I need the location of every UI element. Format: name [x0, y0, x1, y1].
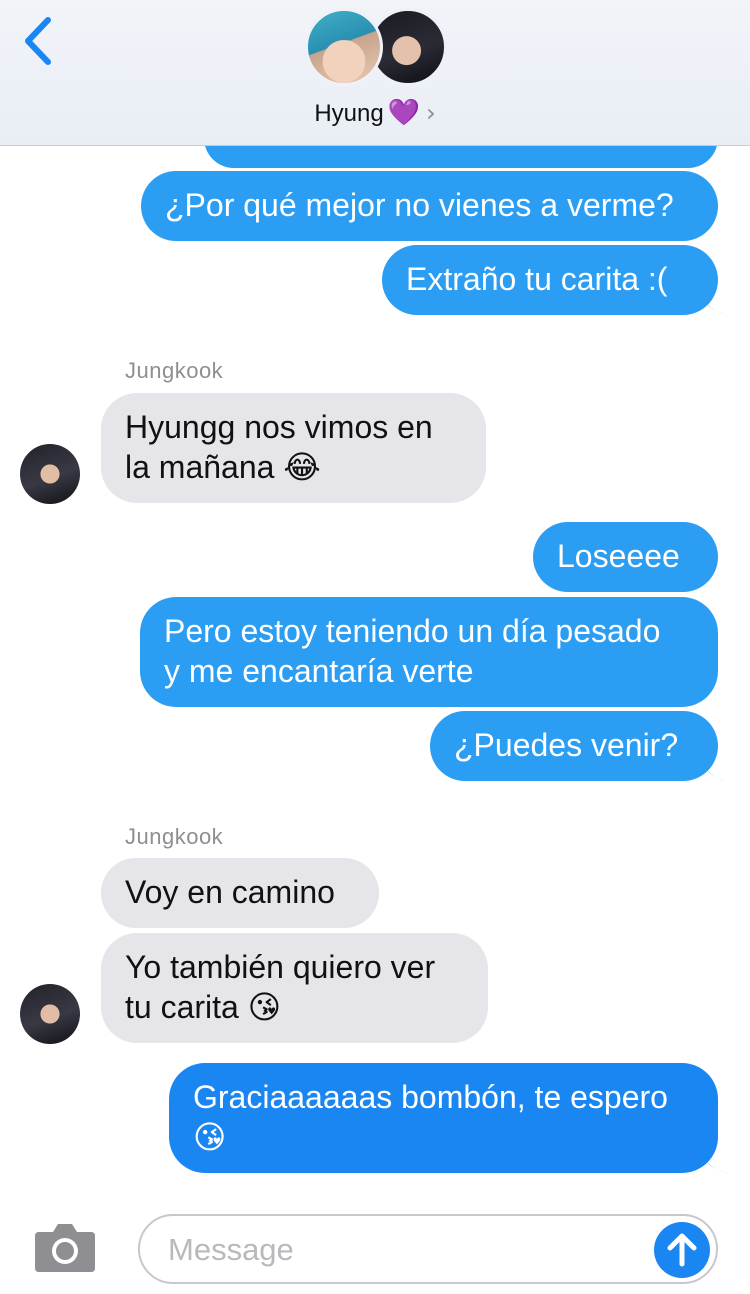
back-button[interactable]: [18, 16, 58, 66]
contact-name-button[interactable]: Hyung 💜 ›: [0, 97, 750, 128]
contact-name: Hyung: [314, 100, 384, 127]
chevron-right-icon: ›: [426, 99, 436, 127]
message-text-line: tu carita 😘: [125, 989, 282, 1025]
message-text-line: Pero estoy teniendo un día pesado: [164, 613, 661, 649]
bubble-tail: [88, 1018, 116, 1043]
message-bubble-outgoing: Graciaaaaaas bombón, te espero 😘: [169, 1063, 718, 1173]
message-bubble-outgoing: Loseeee: [533, 522, 718, 592]
camera-button[interactable]: [33, 1222, 97, 1274]
message-text-line: 😘: [193, 1119, 227, 1155]
message-text-line: Yo también quiero ver: [125, 949, 436, 985]
message-text: Extraño tu carita :(: [406, 261, 668, 297]
sender-name: Jungkook: [125, 824, 224, 849]
message-bubble-outgoing: ¿Puedes venir?: [430, 711, 718, 781]
arrow-up-icon: [667, 1233, 697, 1267]
bubble-tail: [700, 1148, 728, 1173]
message-input[interactable]: Message: [138, 1214, 718, 1284]
bubble-tail: [88, 478, 116, 503]
sender-avatar[interactable]: [20, 984, 80, 1044]
message-text: ¿Puedes venir?: [454, 727, 679, 763]
message-text-line: Graciaaaaaas bombón, te espero: [193, 1079, 668, 1115]
message-text: Voy en camino: [125, 874, 335, 910]
avatar: [305, 8, 383, 86]
sender-name: Jungkook: [125, 358, 224, 383]
message-bubble-incoming: Voy en camino: [101, 858, 379, 928]
message-text: Loseeee: [557, 538, 680, 574]
message-text-line: la mañana 😂: [125, 449, 321, 485]
bubble-tail: [700, 756, 728, 781]
sender-avatar[interactable]: [20, 444, 80, 504]
message-bubble-incoming: Yo también quiero ver tu carita 😘: [101, 933, 488, 1043]
message-text: ¿Por qué mejor no vienes a verme?: [165, 187, 674, 223]
group-avatars[interactable]: [305, 8, 450, 90]
message-text-line: Hyungg nos vimos en: [125, 409, 433, 445]
message-bubble-outgoing: Extraño tu carita :(: [382, 245, 718, 315]
message-bubble-outgoing: Pero estoy teniendo un día pesado y me e…: [140, 597, 718, 707]
message-input-placeholder: Message: [168, 1232, 294, 1267]
message-text-line: y me encantaría verte: [164, 653, 474, 689]
chevron-left-icon: [25, 17, 51, 65]
message-bubble-outgoing: ¿Por qué mejor no vienes a verme?: [141, 171, 718, 241]
message-bubble-incoming: Hyungg nos vimos en la mañana 😂: [101, 393, 486, 503]
purple-heart-emoji: 💜: [387, 97, 421, 127]
camera-icon: [35, 1224, 95, 1272]
conversation-header: Hyung 💜 ›: [0, 0, 750, 146]
send-button[interactable]: [654, 1222, 710, 1278]
bubble-tail: [700, 290, 728, 315]
